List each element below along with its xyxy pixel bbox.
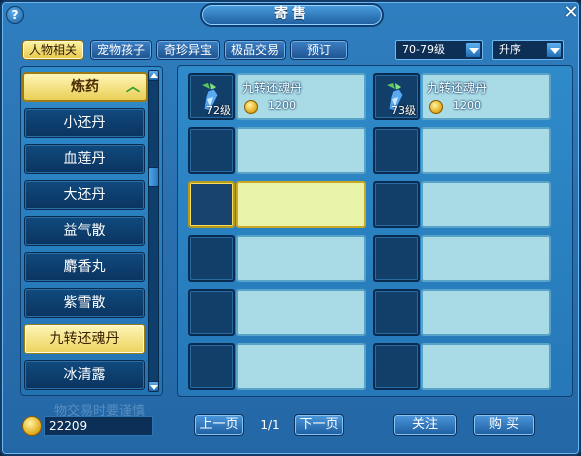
tab-pets[interactable]: 宠物孩子 (90, 40, 152, 60)
listing-item-icon[interactable]: 72级 (188, 73, 235, 120)
category-header-label: 炼药 (71, 79, 99, 95)
empty-slot-icon[interactable] (373, 127, 420, 174)
item-level-label: 72级 (206, 104, 231, 117)
empty-slot-info[interactable] (421, 181, 551, 228)
buy-button[interactable]: 购 买 (473, 414, 535, 436)
category-item[interactable]: 麝香丸 (24, 252, 145, 282)
selected-slot-info[interactable] (236, 181, 366, 228)
listing-item-icon[interactable]: 73级 (373, 73, 420, 120)
close-icon[interactable]: ✕ (562, 4, 580, 22)
empty-slot-info[interactable] (421, 235, 551, 282)
sort-order-value: 升序 (499, 43, 521, 56)
sort-order-dropdown[interactable]: 升序 (492, 40, 564, 60)
empty-slot-icon[interactable] (373, 343, 420, 390)
item-price: 1200 (453, 99, 481, 112)
scroll-down-icon[interactable] (148, 381, 159, 392)
prev-page-button[interactable]: 上一页 (194, 414, 244, 436)
coin-icon (244, 100, 258, 114)
follow-button[interactable]: 关注 (393, 414, 457, 436)
empty-slot-icon[interactable] (188, 235, 235, 282)
help-icon[interactable]: ? (6, 6, 24, 24)
empty-slot-info[interactable] (421, 127, 551, 174)
tab-character[interactable]: 人物相关 (22, 40, 84, 60)
empty-slot-info[interactable] (236, 127, 366, 174)
item-level-label: 73级 (391, 104, 416, 117)
empty-slot-info[interactable] (236, 289, 366, 336)
category-item[interactable]: 冰清露 (24, 360, 145, 390)
category-item[interactable]: 紫雪散 (24, 288, 145, 318)
page-indicator: 1/1 (260, 418, 280, 432)
consignment-window: ? 寄售 ✕ 人物相关 宠物孩子 奇珍异宝 极品交易 预订 70-79级 升序 … (0, 0, 581, 456)
empty-slot-icon[interactable] (188, 127, 235, 174)
level-filter-value: 70-79级 (402, 43, 445, 56)
chevron-down-icon[interactable] (465, 42, 481, 58)
listing-item-info[interactable]: 九转还魂丹 1200 (236, 73, 366, 120)
level-filter-dropdown[interactable]: 70-79级 (395, 40, 483, 60)
category-item[interactable]: 大还丹 (24, 180, 145, 210)
category-item-selected[interactable]: 九转还魂丹 (24, 324, 145, 354)
chevron-down-icon[interactable] (546, 42, 562, 58)
empty-slot-info[interactable] (236, 235, 366, 282)
window-title: 寄售 (200, 3, 384, 27)
selected-slot-icon[interactable] (188, 181, 235, 228)
empty-slot-info[interactable] (236, 343, 366, 390)
gold-coin-icon (22, 416, 42, 436)
empty-slot-icon[interactable] (188, 343, 235, 390)
coin-icon (429, 100, 443, 114)
scroll-up-icon[interactable] (148, 70, 159, 81)
item-name: 九转还魂丹 (242, 81, 303, 95)
category-item[interactable]: 血莲丹 (24, 144, 145, 174)
item-price: 1200 (268, 99, 296, 112)
next-page-button[interactable]: 下一页 (294, 414, 344, 436)
empty-slot-icon[interactable] (373, 181, 420, 228)
item-name: 九转还魂丹 (427, 81, 488, 95)
listing-item-info[interactable]: 九转还魂丹 1200 (421, 73, 551, 120)
empty-slot-info[interactable] (421, 289, 551, 336)
tab-treasures[interactable]: 奇珍异宝 (156, 40, 220, 60)
category-item[interactable]: 益气散 (24, 216, 145, 246)
empty-slot-icon[interactable] (188, 289, 235, 336)
category-item[interactable]: 小还丹 (24, 108, 145, 138)
tab-premium-trade[interactable]: 极品交易 (224, 40, 286, 60)
money-amount: 22209 (44, 416, 153, 436)
chevron-up-icon[interactable]: ︿ (126, 74, 140, 100)
tab-reserve[interactable]: 预订 (290, 40, 348, 60)
empty-slot-icon[interactable] (373, 289, 420, 336)
category-scrollbar[interactable] (148, 70, 159, 392)
empty-slot-info[interactable] (421, 343, 551, 390)
empty-slot-icon[interactable] (373, 235, 420, 282)
scrollbar-thumb[interactable] (148, 167, 159, 187)
category-header[interactable]: 炼药 ︿ (22, 72, 148, 102)
